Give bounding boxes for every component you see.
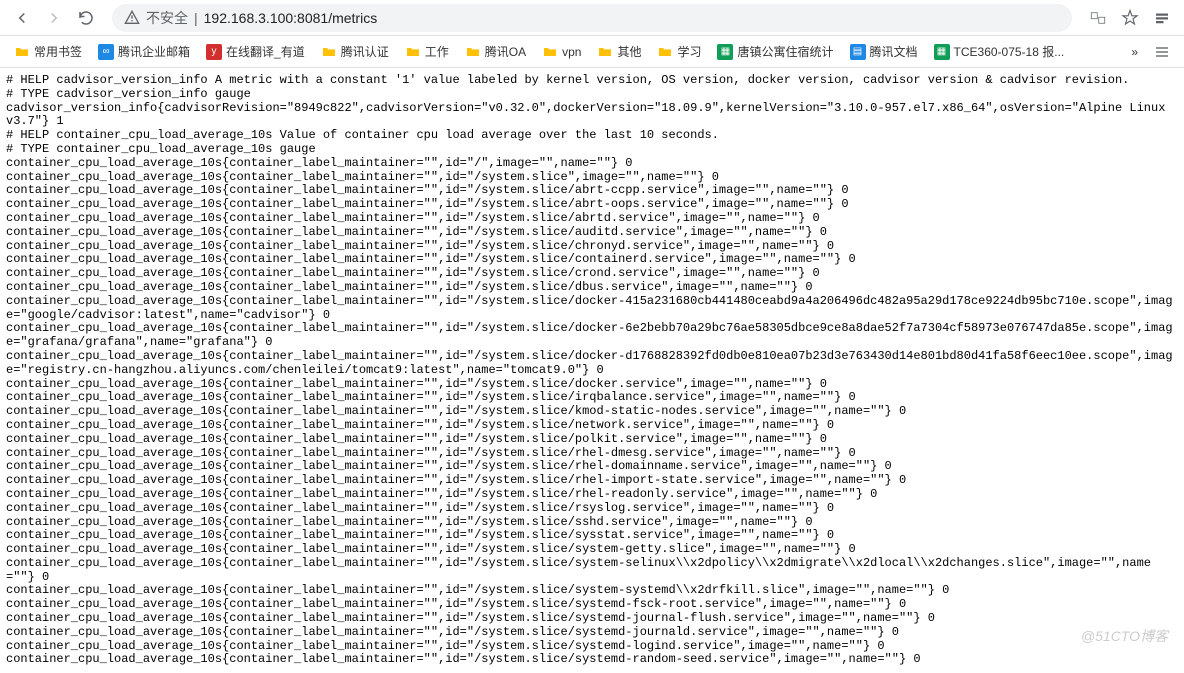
bookmark-label: 其他 xyxy=(617,43,641,60)
site-favicon: ▦ xyxy=(717,44,733,60)
chevron-right-icon: » xyxy=(1131,45,1138,59)
folder-icon xyxy=(321,44,337,60)
bookmark-item[interactable]: y在线翻译_有道 xyxy=(200,39,311,64)
bookmark-label: 腾讯认证 xyxy=(341,43,389,60)
url-text: 192.168.3.100:8081/metrics xyxy=(204,10,378,26)
bookmark-label: 腾讯OA xyxy=(485,43,526,60)
folder-icon xyxy=(542,44,558,60)
bookmark-label: vpn xyxy=(562,45,581,59)
bookmark-label: 学习 xyxy=(677,43,701,60)
site-favicon: ▦ xyxy=(934,44,950,60)
forward-button[interactable] xyxy=(40,4,68,32)
folder-icon xyxy=(14,44,30,60)
translate-icon[interactable] xyxy=(1084,4,1112,32)
bookmarks-menu[interactable] xyxy=(1148,40,1176,64)
bookmark-item[interactable]: 工作 xyxy=(399,39,455,64)
folder-icon xyxy=(597,44,613,60)
extensions-icon[interactable] xyxy=(1148,4,1176,32)
list-icon xyxy=(1154,44,1170,60)
browser-toolbar: 不安全 | 192.168.3.100:8081/metrics xyxy=(0,0,1184,36)
bookmark-label: 常用书签 xyxy=(34,43,82,60)
bookmark-item[interactable]: 腾讯OA xyxy=(459,39,532,64)
page-content: # HELP cadvisor_version_info A metric wi… xyxy=(0,68,1184,673)
bookmark-item[interactable]: 学习 xyxy=(651,39,707,64)
bookmark-label: 腾讯文档 xyxy=(870,43,918,60)
insecure-label: 不安全 xyxy=(146,8,188,28)
back-button[interactable] xyxy=(8,4,36,32)
warning-icon xyxy=(124,10,140,26)
watermark-text: @51CTO博客 xyxy=(1081,626,1168,646)
bookmark-item[interactable]: vpn xyxy=(536,40,587,64)
bookmark-label: TCE360-075-18 报... xyxy=(954,43,1065,60)
bookmarks-overflow[interactable]: » xyxy=(1125,41,1144,63)
bookmark-item[interactable]: ▦TCE360-075-18 报... xyxy=(928,39,1071,64)
bookmark-label: 唐镇公寓住宿统计 xyxy=(737,43,833,60)
bookmark-item[interactable]: 常用书签 xyxy=(8,39,88,64)
folder-icon xyxy=(657,44,673,60)
bookmark-star-icon[interactable] xyxy=(1116,4,1144,32)
site-favicon: y xyxy=(206,44,222,60)
bookmark-item[interactable]: 其他 xyxy=(591,39,647,64)
bookmark-label: 腾讯企业邮箱 xyxy=(118,43,190,60)
folder-icon xyxy=(405,44,421,60)
site-favicon: ∞ xyxy=(98,44,114,60)
bookmark-item[interactable]: 腾讯认证 xyxy=(315,39,395,64)
bookmark-label: 在线翻译_有道 xyxy=(226,43,305,60)
reload-button[interactable] xyxy=(72,4,100,32)
bookmark-item[interactable]: ∞腾讯企业邮箱 xyxy=(92,39,196,64)
folder-icon xyxy=(465,44,481,60)
bookmark-label: 工作 xyxy=(425,43,449,60)
bookmark-item[interactable]: ▦唐镇公寓住宿统计 xyxy=(711,39,839,64)
site-favicon: ▤ xyxy=(850,44,866,60)
url-separator: | xyxy=(194,10,198,26)
bookmark-item[interactable]: ▤腾讯文档 xyxy=(844,39,924,64)
address-bar[interactable]: 不安全 | 192.168.3.100:8081/metrics xyxy=(112,4,1072,32)
bookmarks-bar: 常用书签∞腾讯企业邮箱y在线翻译_有道腾讯认证工作腾讯OAvpn其他学习▦唐镇公… xyxy=(0,36,1184,68)
